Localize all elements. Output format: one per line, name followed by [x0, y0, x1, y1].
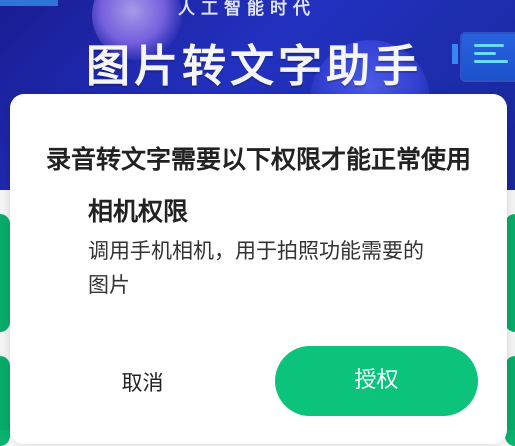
dialog-title: 录音转文字需要以下权限才能正常使用	[45, 145, 471, 174]
permission-dialog: 录音转文字需要以下权限才能正常使用 相机权限 调用手机相机，用于拍照功能需要的图…	[10, 94, 507, 444]
cancel-button[interactable]: 取消	[70, 350, 215, 416]
grant-button[interactable]: 授权	[275, 346, 478, 416]
permission-description: 调用手机相机，用于拍照功能需要的图片	[88, 239, 424, 297]
permission-name: 相机权限	[88, 197, 189, 226]
